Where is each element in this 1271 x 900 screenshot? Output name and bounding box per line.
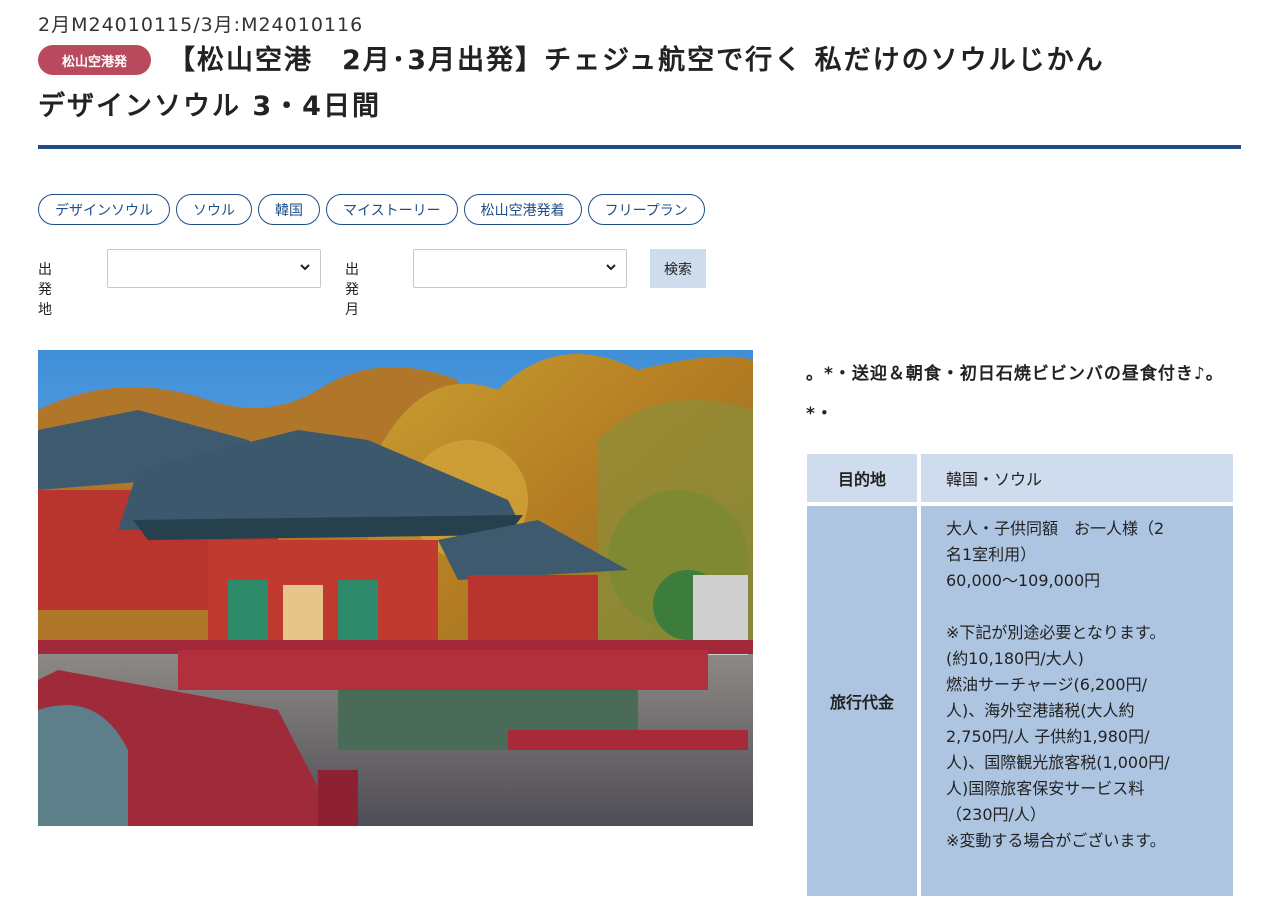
tour-code: 2月M24010115/3月:M24010116 [38, 14, 364, 36]
price-line: 2,750円/人 子供約1,980円/ [946, 727, 1150, 746]
title-line-2: デザインソウル 3・4日間 [38, 91, 381, 122]
departure-select[interactable] [107, 249, 321, 288]
tag-free-plan[interactable]: フリープラン [587, 194, 705, 225]
price-line: 人)、海外空港諸税(大人約 [946, 701, 1135, 720]
search-button[interactable]: 検索 [650, 249, 706, 288]
tour-photo [38, 350, 753, 826]
chevron-down-icon [300, 264, 310, 271]
chevron-down-icon [606, 264, 616, 271]
destination-label: 目的地 [807, 454, 917, 502]
price-line: 名1室利用） [946, 545, 1037, 564]
price-line-spacer [946, 594, 1217, 620]
table-row: 目的地 韓国・ソウル [807, 454, 1233, 502]
price-line: 燃油サーチャージ(6,200円/ [946, 675, 1147, 694]
month-label: 出発月 [345, 262, 359, 318]
departure-label: 出発地 [38, 262, 52, 318]
tag-korea[interactable]: 韓国 [258, 194, 320, 225]
page-title: 【松山空港 2月･3月出発】チェジュ航空で行く 私だけのソウルじかん デザインソ… [38, 38, 1238, 130]
price-line: ※変動する場合がございます。 [946, 831, 1166, 850]
price-line: （230円/人） [946, 805, 1046, 824]
price-line: ※下記が別途必要となります。 [946, 623, 1166, 642]
title-divider [38, 145, 1241, 149]
price-line: 60,000〜109,000円 [946, 571, 1101, 590]
tag-list: デザインソウル ソウル 韓国 マイストーリー 松山空港発着 フリープラン [38, 194, 705, 225]
price-line: 人)国際旅客保安サービス料 [946, 779, 1145, 798]
tag-design-seoul[interactable]: デザインソウル [38, 194, 170, 225]
departure-badge: 松山空港発 [38, 45, 151, 75]
tag-matsuyama-airport[interactable]: 松山空港発着 [463, 194, 582, 225]
title-line-1: 【松山空港 2月･3月出発】チェジュ航空で行く 私だけのソウルじかん [168, 45, 1105, 76]
price-line: (約10,180円/大人) [946, 649, 1084, 668]
price-line: 大人・子供同額 お一人様（2 [946, 519, 1165, 538]
tour-info-table: 目的地 韓国・ソウル 旅行代金 大人・子供同額 お一人様（2 名1室利用） 60… [803, 450, 1237, 900]
tour-highlight: 。*・送迎＆朝食・初日石焼ビビンバの昼食付き♪。*・ [806, 364, 1224, 424]
month-select[interactable] [413, 249, 627, 288]
tag-seoul[interactable]: ソウル [176, 194, 252, 225]
tag-mystory[interactable]: マイストーリー [326, 194, 458, 225]
destination-value: 韓国・ソウル [921, 454, 1233, 502]
price-line: 人)、国際観光旅客税(1,000円/ [946, 753, 1170, 772]
